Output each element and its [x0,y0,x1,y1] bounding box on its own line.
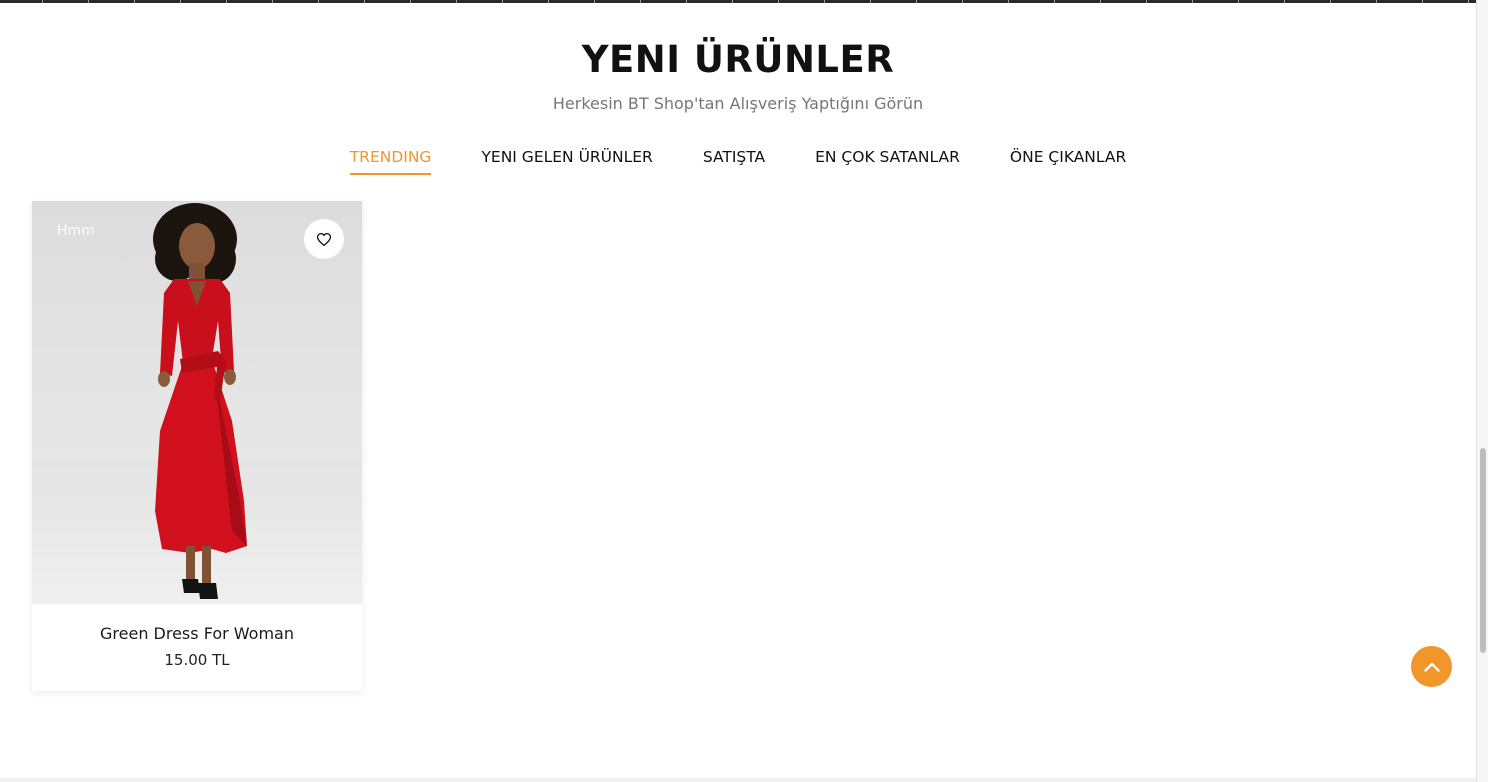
product-badge: Hmm [57,223,95,239]
back-to-top-button[interactable] [1411,646,1452,687]
wishlist-button[interactable] [304,219,344,259]
product-info: Green Dress For Woman 15.00 TL [32,604,362,669]
red-dress-model-image [153,203,247,599]
new-products-section: YENI ÜRÜNLER Herkesin BT Shop'tan Alışve… [0,0,1476,782]
tab-best-sellers[interactable]: EN ÇOK SATANLAR [815,148,960,175]
product-name[interactable]: Green Dress For Woman [32,624,362,643]
section-subtitle: Herkesin BT Shop'tan Alışveriş Yaptığını… [552,94,924,113]
tab-new-arrivals[interactable]: YENI GELEN ÜRÜNLER [481,148,652,175]
chevron-up-icon [1423,662,1440,672]
product-tabs: TRENDING YENI GELEN ÜRÜNLER SATIŞTA EN Ç… [0,148,1476,175]
tab-featured[interactable]: ÖNE ÇIKANLAR [1010,148,1126,175]
heart-icon [317,232,331,246]
tab-on-sale[interactable]: SATIŞTA [703,148,765,175]
product-card[interactable]: Hmm Green Dress For Woman 15.00 TL [32,201,362,691]
section-title: YENI ÜRÜNLER [581,38,895,81]
page-scrollbar[interactable] [1476,0,1488,782]
tab-trending[interactable]: TRENDING [349,148,432,175]
product-price: 15.00 TL [164,651,230,669]
product-image[interactable]: Hmm [32,201,362,604]
bottom-divider [0,778,1476,782]
scrollbar-thumb[interactable] [1480,448,1486,653]
